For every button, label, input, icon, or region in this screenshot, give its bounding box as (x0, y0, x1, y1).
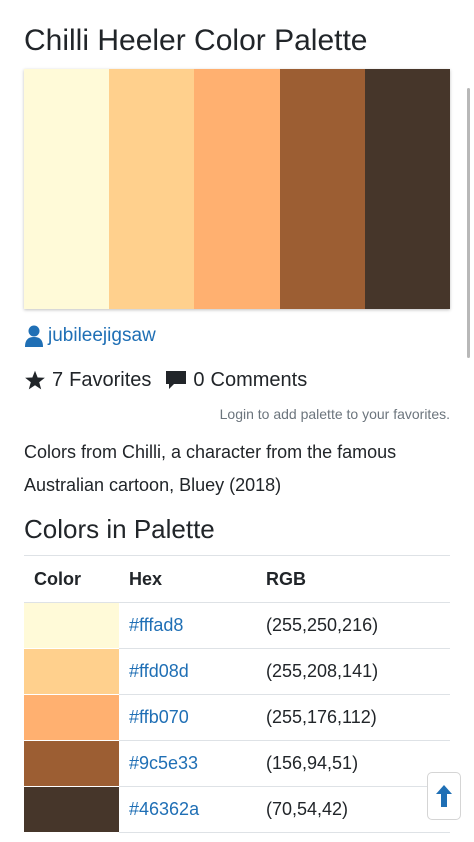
comments-stat: 0 Comments (165, 366, 307, 394)
user-icon (25, 325, 43, 347)
color-swatch-cell (24, 694, 119, 741)
hex-link[interactable]: #9c5e33 (129, 753, 198, 773)
table-row: #ffd08d (255,208,141) (24, 648, 450, 695)
hex-cell: #9c5e33 (119, 740, 256, 787)
scroll-to-top-button[interactable] (427, 772, 461, 820)
rgb-column-header: RGB (256, 555, 450, 603)
palette-swatch-5[interactable] (364, 69, 451, 309)
palette-stats: 7 Favorites 0 Comments (24, 366, 307, 394)
hex-cell: #ffd08d (119, 648, 256, 695)
rgb-cell: (156,94,51) (256, 740, 450, 787)
rgb-cell: (255,250,216) (256, 602, 450, 649)
rgb-cell: (255,176,112) (256, 694, 450, 741)
palette-swatch-3[interactable] (194, 69, 280, 309)
palette-description: Colors from Chilli, a character from the… (24, 442, 397, 495)
palette-swatch-2[interactable] (109, 69, 195, 309)
table-row: #9c5e33 (156,94,51) (24, 740, 450, 787)
colors-section-title: Colors in Palette (24, 514, 215, 544)
color-swatch-cell (24, 648, 119, 695)
favorites-count: 7 (52, 369, 64, 391)
author-username[interactable]: jubileejigsaw (48, 323, 156, 349)
page-scrollbar[interactable] (467, 88, 470, 358)
hex-link[interactable]: #fffad8 (129, 615, 183, 635)
colors-table: Color Hex RGB #fffad8 (255,250,216) #ffd08… (24, 555, 450, 833)
table-row: #46362a (70,54,42) (24, 786, 450, 833)
comments-label: Comments (210, 369, 308, 391)
table-row: #fffad8 (255,250,216) (24, 602, 450, 649)
comment-icon (166, 370, 187, 389)
color-column-header: Color (24, 555, 119, 603)
hex-link[interactable]: #ffb070 (129, 707, 189, 727)
hex-cell: #ffb070 (119, 694, 256, 741)
star-icon (25, 370, 45, 389)
favorites-label: Favorites (69, 369, 152, 391)
palette-swatch-4[interactable] (279, 69, 365, 309)
comments-count: 0 (193, 369, 205, 391)
rgb-cell: (70,54,42) (256, 786, 450, 833)
arrow-up-icon (436, 785, 452, 807)
palette-swatch-strip (24, 69, 451, 309)
favorites-stat: 7 Favorites (24, 366, 151, 394)
hex-link[interactable]: #ffd08d (129, 661, 189, 681)
color-swatch-cell (24, 786, 119, 833)
hex-cell: #46362a (119, 786, 256, 833)
author-link[interactable]: jubileejigsaw (24, 323, 156, 349)
table-row: #ffb070 (255,176,112) (24, 694, 450, 741)
table-header-row: Color Hex RGB (24, 555, 450, 603)
color-swatch-cell (24, 602, 119, 649)
hex-cell: #fffad8 (119, 602, 256, 649)
rgb-cell: (255,208,141) (256, 648, 450, 695)
hex-link[interactable]: #46362a (129, 799, 199, 819)
login-note: Login to add palette to your favorites. (219, 406, 450, 422)
hex-column-header: Hex (119, 555, 256, 603)
color-swatch-cell (24, 740, 119, 787)
page-title: Chilli Heeler Color Palette (24, 24, 368, 57)
palette-swatch-1[interactable] (24, 69, 110, 309)
